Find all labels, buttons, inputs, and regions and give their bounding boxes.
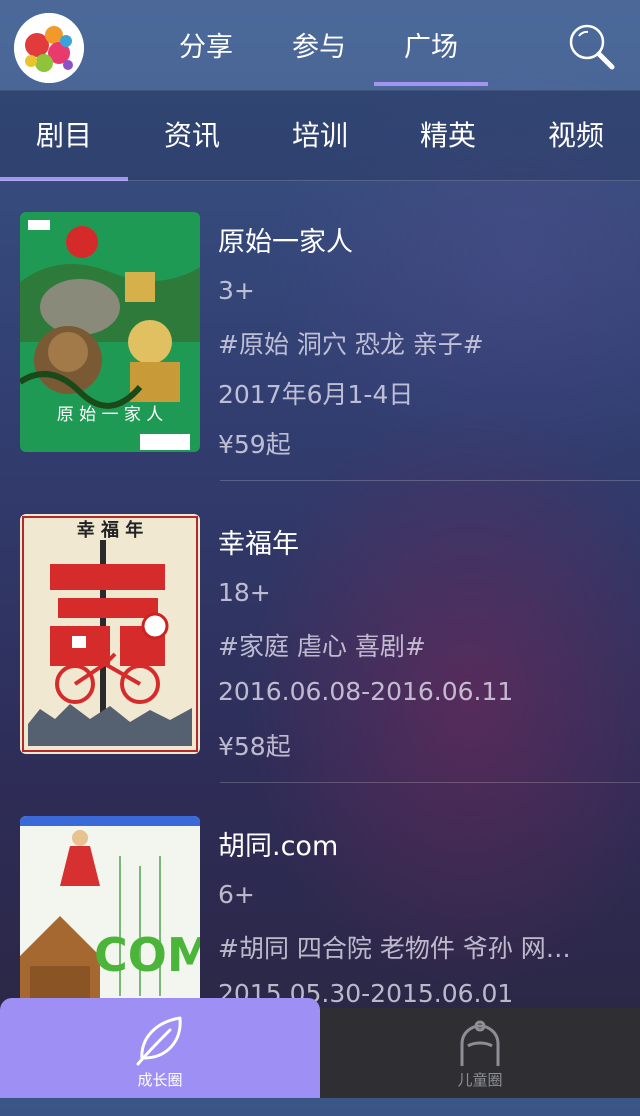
play-age: 3+ <box>218 276 255 305</box>
poster-title: COM <box>94 928 200 982</box>
category-bar: 剧目 资讯 培训 精英 视频 <box>0 90 640 181</box>
play-price: ¥59起 <box>218 430 291 459</box>
play-age: 18+ <box>218 578 271 607</box>
leaf-icon <box>136 1016 182 1066</box>
bottom-tab-growth[interactable]: 成长圈 <box>0 998 320 1098</box>
category-video[interactable]: 视频 <box>512 116 640 156</box>
top-bar: 分享 参与 广场 <box>0 0 640 90</box>
logo-icon <box>14 13 84 83</box>
category-elite[interactable]: 精英 <box>384 116 512 156</box>
play-price: ¥58起 <box>218 732 291 761</box>
bottom-tab-children[interactable]: 儿童圈 <box>320 1008 640 1098</box>
poster-title: 幸 福 年 <box>76 520 144 541</box>
child-icon <box>460 1020 500 1066</box>
bottom-nav: 成长圈 儿童圈 <box>0 998 640 1098</box>
search-icon <box>569 24 615 70</box>
play-item[interactable]: 原 始 一 家 人 原始一家人 3+ #原始 洞穴 恐龙 亲子# 2017年6月… <box>0 212 640 512</box>
item-divider <box>220 480 640 481</box>
play-tags: #家庭 虐心 喜剧# <box>218 632 426 661</box>
search-button[interactable] <box>566 22 616 72</box>
category-plays[interactable]: 剧目 <box>0 116 128 156</box>
bottom-tab-label: 儿童圈 <box>457 1071 503 1089</box>
item-divider <box>220 782 640 783</box>
play-date: 2016.06.08-2016.06.11 <box>218 677 514 706</box>
tab-participate[interactable]: 参与 <box>292 28 346 68</box>
play-date: 2017年6月1-4日 <box>218 380 414 409</box>
bottom-tab-label: 成长圈 <box>137 1071 183 1089</box>
poster-image[interactable]: 幸 福 年 <box>20 514 200 754</box>
category-divider <box>0 180 640 181</box>
play-tags: #原始 洞穴 恐龙 亲子# <box>218 330 484 359</box>
play-item[interactable]: 幸 福 年 幸福年 18+ #家庭 虐心 喜剧# 2016.06.08-2016… <box>0 514 640 814</box>
category-training[interactable]: 培训 <box>256 116 384 156</box>
play-title[interactable]: 胡同.com <box>218 824 338 863</box>
tab-share[interactable]: 分享 <box>179 28 233 68</box>
poster-title: 原 始 一 家 人 <box>56 405 164 425</box>
play-age: 6+ <box>218 880 255 909</box>
app-logo[interactable] <box>14 13 84 83</box>
category-news[interactable]: 资讯 <box>128 116 256 156</box>
tab-square[interactable]: 广场 <box>374 28 488 86</box>
play-tags: #胡同 四合院 老物件 爷孙 网… <box>218 934 571 963</box>
poster-image[interactable]: 原 始 一 家 人 <box>20 212 200 452</box>
play-title[interactable]: 幸福年 <box>218 522 299 561</box>
play-title[interactable]: 原始一家人 <box>218 220 353 259</box>
